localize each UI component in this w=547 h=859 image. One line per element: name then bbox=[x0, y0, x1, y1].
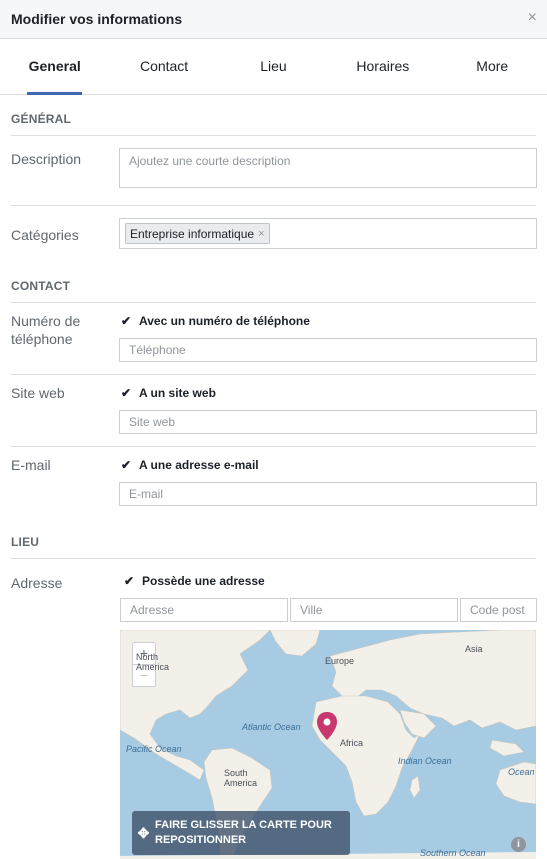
tab-bar: General Contact Lieu Horaires More bbox=[0, 39, 547, 95]
map-label: South America bbox=[224, 768, 258, 788]
divider bbox=[11, 558, 536, 559]
location-map[interactable]: + − North America Europe Asia Africa Sou… bbox=[120, 630, 536, 859]
close-icon[interactable]: × bbox=[528, 10, 537, 26]
website-checkbox[interactable]: ✔ A un site web bbox=[120, 386, 216, 400]
website-input[interactable]: Site web bbox=[119, 410, 537, 434]
checkmark-icon: ✔ bbox=[120, 314, 132, 328]
address-label: Adresse bbox=[11, 575, 63, 591]
move-icon: ✥ bbox=[137, 824, 150, 841]
checkmark-icon: ✔ bbox=[120, 386, 132, 400]
address-placeholder: Adresse bbox=[130, 603, 175, 617]
phone-checkbox-label: Avec un numéro de téléphone bbox=[139, 314, 310, 328]
address-checkbox[interactable]: ✔ Possède une adresse bbox=[123, 574, 265, 588]
map-label: Atlantic Ocean bbox=[242, 722, 301, 732]
phone-placeholder: Téléphone bbox=[129, 343, 186, 357]
email-label: E-mail bbox=[11, 457, 51, 473]
category-tag-label: Entreprise informatique bbox=[130, 226, 255, 241]
tab-contact[interactable]: Contact bbox=[109, 39, 218, 94]
description-label: Description bbox=[11, 151, 82, 167]
categories-label: Catégories bbox=[11, 227, 79, 243]
phone-input[interactable]: Téléphone bbox=[119, 338, 537, 362]
map-label: North America bbox=[136, 652, 170, 672]
info-icon[interactable]: i bbox=[511, 837, 526, 852]
tab-general[interactable]: General bbox=[0, 39, 109, 95]
zip-input[interactable]: Code post bbox=[460, 598, 537, 622]
map-label: Indian Ocean bbox=[398, 756, 452, 766]
address-input[interactable]: Adresse bbox=[120, 598, 288, 622]
map-label: Ocean bbox=[508, 767, 535, 777]
map-label: Asia bbox=[465, 644, 483, 654]
category-tag: Entreprise informatique × bbox=[125, 223, 270, 244]
section-title-lieu: LIEU bbox=[11, 535, 40, 549]
address-checkbox-label: Possède une adresse bbox=[142, 574, 265, 588]
divider bbox=[11, 205, 536, 206]
description-placeholder: Ajoutez une courte description bbox=[129, 154, 291, 168]
city-input[interactable]: Ville bbox=[290, 598, 458, 622]
drag-map-hint-text: FAIRE GLISSER LA CARTE POUR REPOSITIONNE… bbox=[155, 819, 332, 846]
remove-tag-icon[interactable]: × bbox=[258, 228, 264, 240]
dialog-header: Modifier vos informations × bbox=[0, 0, 547, 39]
divider bbox=[11, 446, 536, 447]
city-placeholder: Ville bbox=[300, 603, 323, 617]
checkmark-icon: ✔ bbox=[123, 574, 135, 588]
divider bbox=[11, 374, 536, 375]
phone-label: Numéro de téléphone bbox=[11, 313, 81, 347]
email-checkbox-label: A une adresse e-mail bbox=[139, 458, 259, 472]
tab-more[interactable]: More bbox=[438, 39, 547, 94]
map-label: Southern Ocean bbox=[420, 848, 486, 858]
section-title-general: GÉNÉRAL bbox=[11, 112, 72, 126]
email-checkbox[interactable]: ✔ A une adresse e-mail bbox=[120, 458, 259, 472]
drag-map-hint: ✥ FAIRE GLISSER LA CARTE POUR REPOSITION… bbox=[132, 811, 350, 855]
website-checkbox-label: A un site web bbox=[139, 386, 216, 400]
tab-horaires[interactable]: Horaires bbox=[328, 39, 437, 94]
dialog-title: Modifier vos informations bbox=[11, 11, 183, 27]
map-label: Europe bbox=[325, 656, 355, 666]
phone-checkbox[interactable]: ✔ Avec un numéro de téléphone bbox=[120, 314, 310, 328]
divider bbox=[11, 135, 536, 136]
divider bbox=[11, 302, 536, 303]
description-input[interactable]: Ajoutez une courte description bbox=[119, 148, 537, 188]
checkmark-icon: ✔ bbox=[120, 458, 132, 472]
email-placeholder: E-mail bbox=[129, 487, 164, 501]
email-input[interactable]: E-mail bbox=[119, 482, 537, 506]
website-placeholder: Site web bbox=[129, 415, 176, 429]
tab-lieu[interactable]: Lieu bbox=[219, 39, 328, 94]
zip-placeholder: Code post bbox=[470, 603, 525, 617]
categories-input[interactable]: Entreprise informatique × bbox=[119, 218, 537, 249]
section-title-contact: CONTACT bbox=[11, 279, 71, 293]
website-label: Site web bbox=[11, 385, 65, 401]
map-label: Africa bbox=[340, 738, 364, 748]
map-label: Pacific Ocean bbox=[126, 744, 182, 754]
